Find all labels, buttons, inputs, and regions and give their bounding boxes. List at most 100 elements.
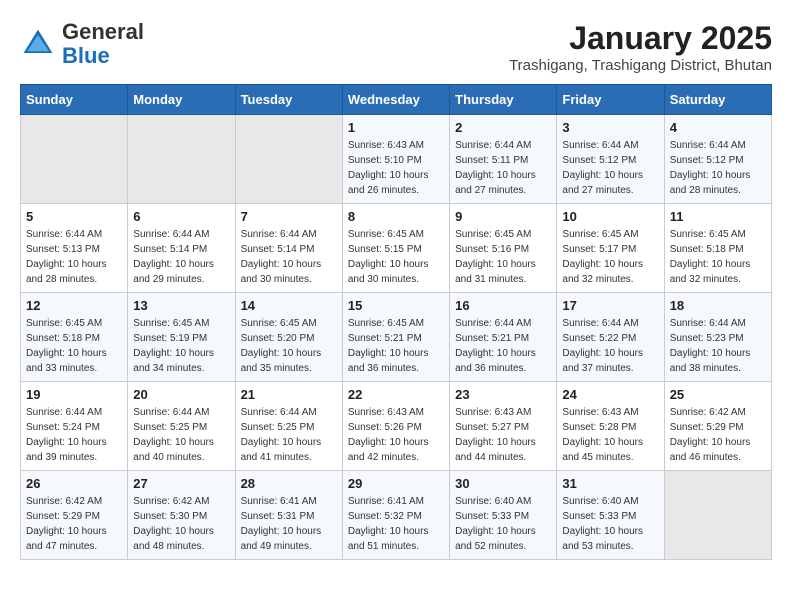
day-number: 6 [133,209,229,224]
day-cell: 15 Sunrise: 6:45 AMSunset: 5:21 PMDayligh… [342,293,449,382]
day-info: Sunrise: 6:45 AMSunset: 5:19 PMDaylight:… [133,316,229,376]
logo-general: General [62,19,144,44]
day-cell: 2Sunrise: 6:44 AMSunset: 5:11 PMDaylight… [450,115,557,204]
day-cell: 10Sunrise: 6:45 AMSunset: 5:17 PMDayligh… [557,204,664,293]
day-number: 14 [241,298,337,313]
day-number: 26 [26,476,122,491]
day-number: 13 [133,298,229,313]
day-cell: 5Sunrise: 6:44 AMSunset: 5:13 PMDaylight… [21,204,128,293]
day-info: Sunrise: 6:41 AMSunset: 5:32 PMDaylight:… [348,494,444,554]
day-number: 4 [670,120,766,135]
day-cell: 11 Sunrise: 6:45 AMSunset: 5:18 PMDayligh… [664,204,771,293]
week-row-1: 1 Sunrise: 6:43 AMSunset: 5:10 PMDaylight… [21,115,772,204]
day-number: 11 [670,209,766,224]
day-info: Sunrise: 6:44 AMSunset: 5:25 PMDaylight:… [241,405,337,465]
day-info: Sunrise: 6:44 AMSunset: 5:22 PMDaylight:… [562,316,658,376]
logo-icon [20,26,56,62]
day-cell: 26 Sunrise: 6:42 AMSunset: 5:29 PMDayligh… [21,471,128,560]
day-info: Sunrise: 6:44 AMSunset: 5:12 PMDaylight:… [670,138,766,198]
day-cell: 14Sunrise: 6:45 AMSunset: 5:20 PMDayligh… [235,293,342,382]
day-info: Sunrise: 6:45 AMSunset: 5:21 PMDaylight:… [348,316,444,376]
logo-text: General Blue [62,20,144,68]
weekday-header-sunday: Sunday [21,85,128,115]
day-info: Sunrise: 6:44 AMSunset: 5:12 PMDaylight:… [562,138,658,198]
day-number: 22 [348,387,444,402]
day-cell: 16 Sunrise: 6:44 AMSunset: 5:21 PMDayligh… [450,293,557,382]
day-number: 10 [562,209,658,224]
weekday-header-wednesday: Wednesday [342,85,449,115]
day-info: Sunrise: 6:44 AMSunset: 5:14 PMDaylight:… [241,227,337,287]
day-info: Sunrise: 6:40 AMSunset: 5:33 PMDaylight:… [562,494,658,554]
day-cell: 23 Sunrise: 6:43 AMSunset: 5:27 PMDayligh… [450,382,557,471]
day-info: Sunrise: 6:45 AMSunset: 5:18 PMDaylight:… [26,316,122,376]
month-title: January 2025 [509,20,772,57]
day-info: Sunrise: 6:44 AMSunset: 5:23 PMDaylight:… [670,316,766,376]
day-number: 16 [455,298,551,313]
day-cell: 27Sunrise: 6:42 AMSunset: 5:30 PMDayligh… [128,471,235,560]
day-number: 18 [670,298,766,313]
day-cell: 31 Sunrise: 6:40 AMSunset: 5:33 PMDayligh… [557,471,664,560]
day-cell: 17 Sunrise: 6:44 AMSunset: 5:22 PMDayligh… [557,293,664,382]
day-number: 30 [455,476,551,491]
weekday-header-monday: Monday [128,85,235,115]
week-row-4: 19 Sunrise: 6:44 AMSunset: 5:24 PMDayligh… [21,382,772,471]
week-row-3: 12 Sunrise: 6:45 AMSunset: 5:18 PMDayligh… [21,293,772,382]
logo-blue: Blue [62,43,110,68]
weekday-header-tuesday: Tuesday [235,85,342,115]
day-cell: 8Sunrise: 6:45 AMSunset: 5:15 PMDaylight… [342,204,449,293]
day-number: 12 [26,298,122,313]
weekday-header-row: SundayMondayTuesdayWednesdayThursdayFrid… [21,85,772,115]
day-info: Sunrise: 6:42 AMSunset: 5:29 PMDaylight:… [670,405,766,465]
day-cell: 6 Sunrise: 6:44 AMSunset: 5:14 PMDaylight… [128,204,235,293]
week-row-5: 26 Sunrise: 6:42 AMSunset: 5:29 PMDayligh… [21,471,772,560]
day-info: Sunrise: 6:42 AMSunset: 5:29 PMDaylight:… [26,494,122,554]
day-cell [235,115,342,204]
day-cell: 30 Sunrise: 6:40 AMSunset: 5:33 PMDayligh… [450,471,557,560]
weekday-header-thursday: Thursday [450,85,557,115]
day-cell: 24Sunrise: 6:43 AMSunset: 5:28 PMDayligh… [557,382,664,471]
location-title: Trashigang, Trashigang District, Bhutan [509,57,772,74]
day-info: Sunrise: 6:44 AMSunset: 5:11 PMDaylight:… [455,138,551,198]
day-number: 17 [562,298,658,313]
day-number: 31 [562,476,658,491]
day-number: 15 [348,298,444,313]
day-info: Sunrise: 6:45 AMSunset: 5:16 PMDaylight:… [455,227,551,287]
day-info: Sunrise: 6:44 AMSunset: 5:21 PMDaylight:… [455,316,551,376]
day-info: Sunrise: 6:44 AMSunset: 5:24 PMDaylight:… [26,405,122,465]
day-cell: 20Sunrise: 6:44 AMSunset: 5:25 PMDayligh… [128,382,235,471]
day-cell: 13 Sunrise: 6:45 AMSunset: 5:19 PMDayligh… [128,293,235,382]
day-number: 20 [133,387,229,402]
day-info: Sunrise: 6:43 AMSunset: 5:27 PMDaylight:… [455,405,551,465]
day-cell: 21Sunrise: 6:44 AMSunset: 5:25 PMDayligh… [235,382,342,471]
day-info: Sunrise: 6:43 AMSunset: 5:10 PMDaylight:… [348,138,444,198]
day-cell: 28Sunrise: 6:41 AMSunset: 5:31 PMDayligh… [235,471,342,560]
day-number: 9 [455,209,551,224]
day-number: 29 [348,476,444,491]
day-cell: 9 Sunrise: 6:45 AMSunset: 5:16 PMDaylight… [450,204,557,293]
week-row-2: 5Sunrise: 6:44 AMSunset: 5:13 PMDaylight… [21,204,772,293]
day-info: Sunrise: 6:44 AMSunset: 5:14 PMDaylight:… [133,227,229,287]
day-cell: 29 Sunrise: 6:41 AMSunset: 5:32 PMDayligh… [342,471,449,560]
day-number: 24 [562,387,658,402]
day-number: 25 [670,387,766,402]
day-number: 7 [241,209,337,224]
day-number: 1 [348,120,444,135]
day-info: Sunrise: 6:45 AMSunset: 5:15 PMDaylight:… [348,227,444,287]
title-block: January 2025 Trashigang, Trashigang Dist… [509,20,772,74]
day-cell: 3Sunrise: 6:44 AMSunset: 5:12 PMDaylight… [557,115,664,204]
day-info: Sunrise: 6:45 AMSunset: 5:18 PMDaylight:… [670,227,766,287]
day-info: Sunrise: 6:40 AMSunset: 5:33 PMDaylight:… [455,494,551,554]
day-cell [664,471,771,560]
day-info: Sunrise: 6:43 AMSunset: 5:26 PMDaylight:… [348,405,444,465]
day-cell: 12 Sunrise: 6:45 AMSunset: 5:18 PMDayligh… [21,293,128,382]
page-header: General Blue January 2025 Trashigang, Tr… [20,20,772,74]
day-number: 19 [26,387,122,402]
calendar-table: SundayMondayTuesdayWednesdayThursdayFrid… [20,84,772,560]
day-info: Sunrise: 6:44 AMSunset: 5:13 PMDaylight:… [26,227,122,287]
day-number: 27 [133,476,229,491]
day-cell [21,115,128,204]
day-number: 23 [455,387,551,402]
day-cell: 19 Sunrise: 6:44 AMSunset: 5:24 PMDayligh… [21,382,128,471]
day-number: 28 [241,476,337,491]
day-cell: 25 Sunrise: 6:42 AMSunset: 5:29 PMDayligh… [664,382,771,471]
